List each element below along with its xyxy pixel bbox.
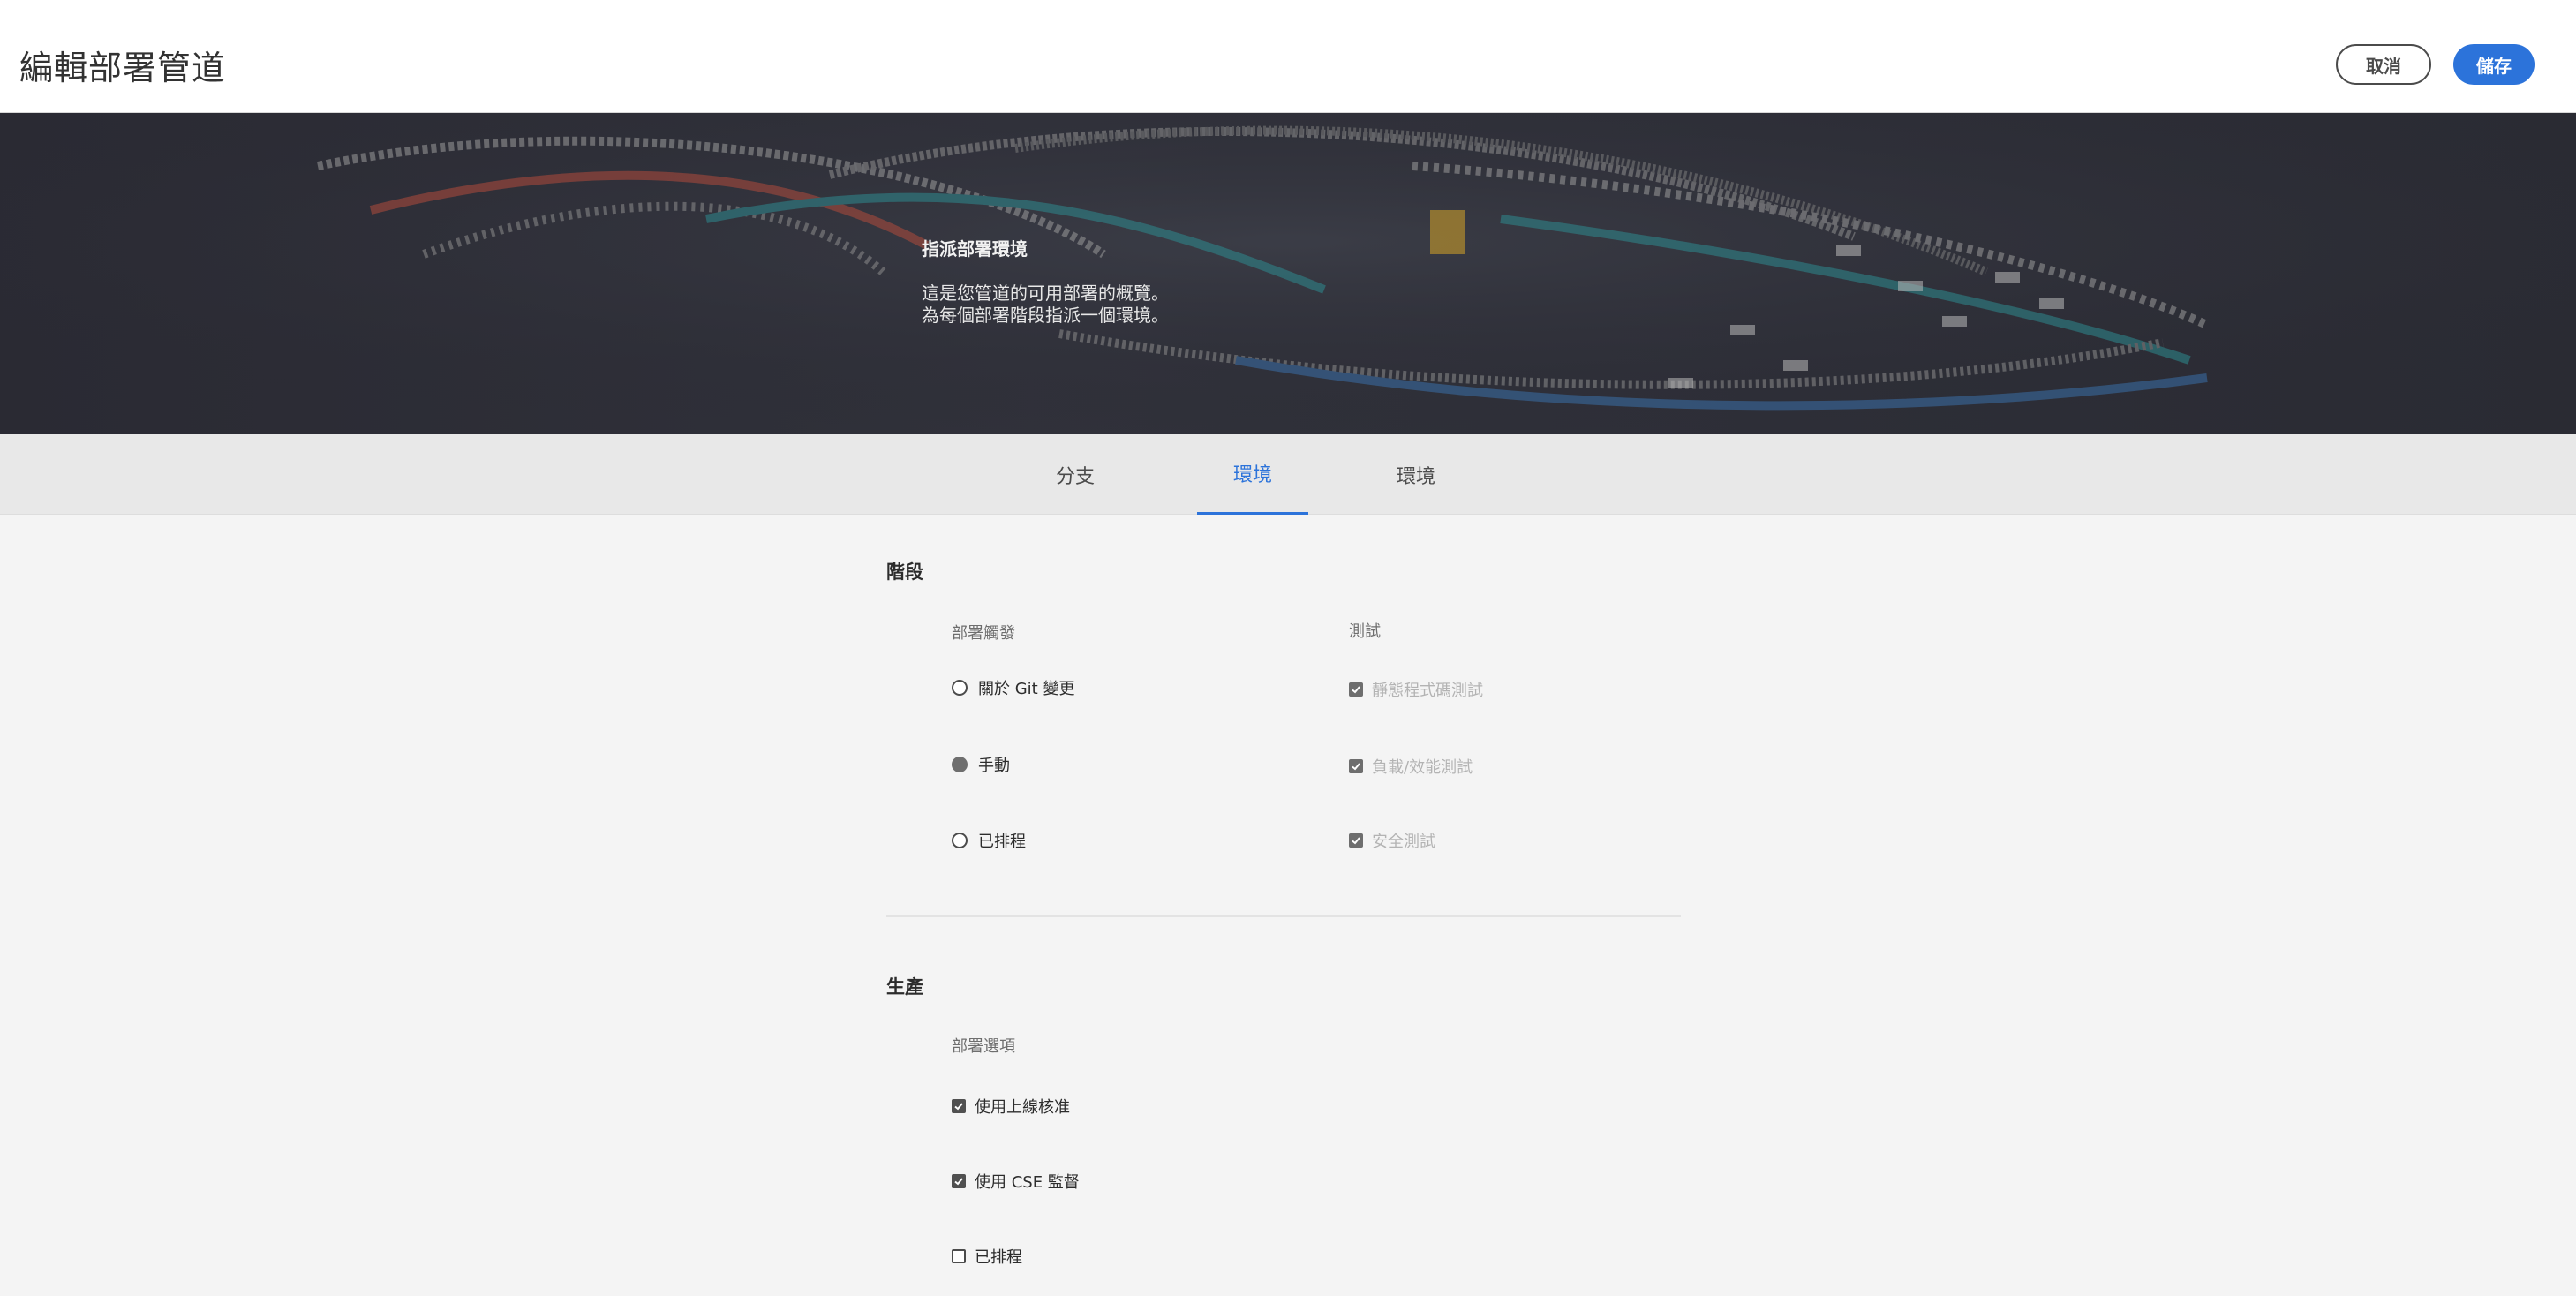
radio-selected-icon xyxy=(952,757,968,772)
section-divider xyxy=(886,915,1681,917)
production-section-title: 生產 xyxy=(886,976,923,998)
load-performance-test-checkbox: 負載/效能測試 xyxy=(1349,755,1473,778)
cancel-button[interactable]: 取消 xyxy=(2336,44,2431,85)
trigger-git-change-radio[interactable]: 關於 Git 變更 xyxy=(952,676,1074,699)
hero-background-art xyxy=(0,113,2576,434)
checkbox-checked-icon xyxy=(952,1099,966,1113)
stage-section-title: 階段 xyxy=(886,561,923,583)
radio-unselected-icon xyxy=(952,833,968,848)
go-live-approval-checkbox[interactable]: 使用上線核准 xyxy=(952,1095,1070,1118)
tab-environment[interactable]: 環境 xyxy=(1197,434,1308,515)
hero-line-2: 為每個部署階段指派一個環境。 xyxy=(922,305,1169,326)
load-performance-test-label: 負載/效能測試 xyxy=(1372,758,1473,777)
scheduled-checkbox[interactable]: 已排程 xyxy=(952,1245,1022,1268)
tab-bar: 分支 環境 環境 xyxy=(0,434,2576,515)
page-title: 編輯部署管道 xyxy=(19,49,227,87)
static-code-test-checkbox: 靜態程式碼測試 xyxy=(1349,678,1483,701)
deploy-options-label: 部署選項 xyxy=(952,1037,1015,1056)
checkbox-checked-icon xyxy=(952,1174,966,1188)
tests-label: 測試 xyxy=(1349,622,1381,641)
hero-line-1: 這是您管道的可用部署的概覽。 xyxy=(922,283,1169,304)
trigger-git-change-label: 關於 Git 變更 xyxy=(978,680,1075,698)
trigger-manual-label: 手動 xyxy=(978,757,1010,775)
hero-banner: 指派部署環境 這是您管道的可用部署的概覽。 為每個部署階段指派一個環境。 xyxy=(0,113,2576,434)
tab-environment-2[interactable]: 環境 xyxy=(1360,434,1472,515)
checkbox-checked-icon xyxy=(1349,833,1363,848)
hero-title: 指派部署環境 xyxy=(922,238,1028,260)
hero-description: 這是您管道的可用部署的概覽。 為每個部署階段指派一個環境。 xyxy=(922,283,1169,327)
checkbox-unchecked-icon xyxy=(952,1249,966,1263)
radio-unselected-icon xyxy=(952,680,968,696)
deploy-trigger-label: 部署觸發 xyxy=(952,624,1015,643)
top-bar: 編輯部署管道 取消 儲存 xyxy=(0,0,2576,113)
tab-branch[interactable]: 分支 xyxy=(1020,434,1131,515)
trigger-manual-radio[interactable]: 手動 xyxy=(952,753,1010,776)
cse-oversight-checkbox[interactable]: 使用 CSE 監督 xyxy=(952,1170,1080,1193)
go-live-approval-label: 使用上線核准 xyxy=(975,1098,1070,1117)
static-code-test-label: 靜態程式碼測試 xyxy=(1372,682,1483,700)
save-button[interactable]: 儲存 xyxy=(2453,44,2535,85)
security-test-label: 安全測試 xyxy=(1372,833,1435,851)
trigger-scheduled-radio[interactable]: 已排程 xyxy=(952,829,1026,852)
scheduled-label: 已排程 xyxy=(975,1248,1022,1267)
trigger-scheduled-label: 已排程 xyxy=(978,833,1026,851)
cse-oversight-label: 使用 CSE 監督 xyxy=(975,1173,1080,1192)
checkbox-checked-icon xyxy=(1349,759,1363,773)
security-test-checkbox: 安全測試 xyxy=(1349,829,1435,852)
checkbox-checked-icon xyxy=(1349,682,1363,697)
